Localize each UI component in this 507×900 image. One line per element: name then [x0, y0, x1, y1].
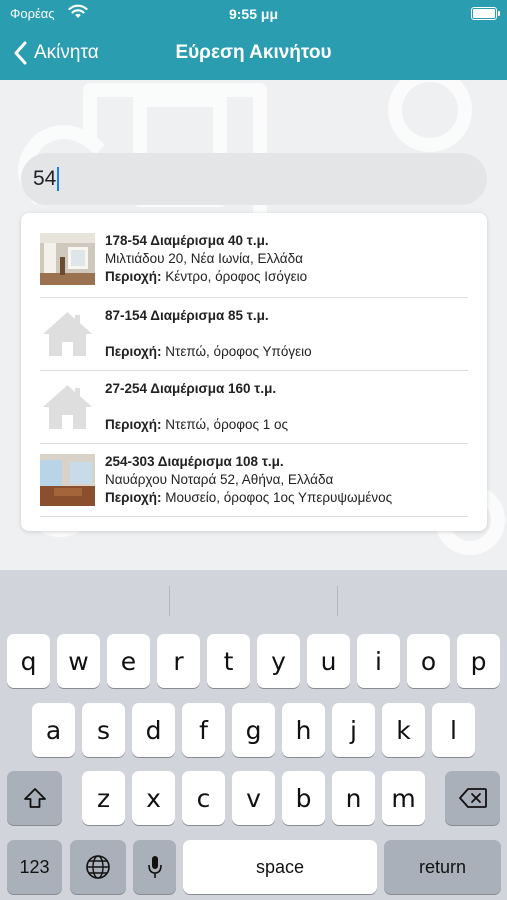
result-text: 254-303 Διαμέρισμα 108 τ.μ. Ναυάρχου Νοτ…	[105, 453, 468, 507]
result-text: 178-54 Διαμέρισμα 40 τ.μ. Μιλτιάδου 20, …	[105, 232, 468, 286]
key-h[interactable]: h	[282, 703, 325, 757]
return-key[interactable]: return	[384, 840, 501, 894]
battery-icon	[471, 7, 500, 20]
globe-icon	[86, 855, 110, 879]
apartment-photo	[40, 233, 95, 285]
chevron-left-icon	[14, 41, 27, 65]
key-g[interactable]: g	[232, 703, 275, 757]
key-q[interactable]: q	[7, 634, 50, 688]
key-t[interactable]: t	[207, 634, 250, 688]
globe-key[interactable]	[70, 840, 126, 894]
result-address: Ναυάρχου Νοταρά 52, Αθήνα, Ελλάδα	[105, 472, 334, 487]
result-item[interactable]: 27-254 Διαμέρισμα 160 τ.μ. Περιοχή: Ντεπ…	[40, 371, 468, 444]
key-e[interactable]: e	[107, 634, 150, 688]
result-address	[105, 398, 468, 416]
app-header: Φορέας 9:55 μμ Ακίνητα Εύρεση Ακινήτου	[0, 0, 507, 80]
house-icon	[43, 385, 92, 429]
key-s[interactable]: s	[82, 703, 125, 757]
shift-icon	[23, 788, 46, 808]
predictive-divider	[337, 586, 338, 616]
result-item[interactable]: 178-54 Διαμέρισμα 40 τ.μ. Μιλτιάδου 20, …	[40, 213, 468, 298]
backspace-icon	[458, 788, 487, 808]
shift-key[interactable]	[7, 771, 62, 825]
result-area-label: Περιοχή:	[105, 490, 162, 505]
key-i[interactable]: i	[357, 634, 400, 688]
result-text: 87-154 Διαμέρισμα 85 τ.μ. Περιοχή: Ντεπώ…	[105, 307, 468, 361]
status-bar: Φορέας 9:55 μμ	[0, 0, 507, 28]
key-b[interactable]: b	[282, 771, 325, 825]
key-a[interactable]: a	[32, 703, 75, 757]
result-item[interactable]: 254-303 Διαμέρισμα 108 τ.μ. Ναυάρχου Νοτ…	[40, 444, 468, 517]
onscreen-keyboard: q w e r t y u i o p a s d f g h j k l z …	[0, 570, 507, 900]
key-d[interactable]: d	[132, 703, 175, 757]
numbers-key[interactable]: 123	[7, 840, 62, 894]
result-title: 27-254 Διαμέρισμα 160 τ.μ.	[105, 381, 277, 396]
delete-key[interactable]	[445, 771, 500, 825]
result-item[interactable]: 87-154 Διαμέρισμα 85 τ.μ. Περιοχή: Ντεπώ…	[40, 298, 468, 371]
text-cursor	[57, 167, 60, 191]
predictive-divider	[169, 586, 170, 616]
dictation-key[interactable]	[133, 840, 176, 894]
result-area-value: Ντεπώ, όροφος 1 ος	[165, 417, 289, 432]
key-x[interactable]: x	[132, 771, 175, 825]
result-title: 87-154 Διαμέρισμα 85 τ.μ.	[105, 308, 269, 323]
key-o[interactable]: o	[407, 634, 450, 688]
result-area-label: Περιοχή:	[105, 344, 162, 359]
predictive-bar	[0, 570, 507, 626]
result-title: 178-54 Διαμέρισμα 40 τ.μ.	[105, 233, 269, 248]
key-c[interactable]: c	[182, 771, 225, 825]
key-v[interactable]: v	[232, 771, 275, 825]
result-area-value: Μουσείο, όροφος 1ος Υπερυψωμένος	[165, 490, 393, 505]
key-u[interactable]: u	[307, 634, 350, 688]
key-r[interactable]: r	[157, 634, 200, 688]
key-w[interactable]: w	[57, 634, 100, 688]
key-n[interactable]: n	[332, 771, 375, 825]
back-button-label: Ακίνητα	[34, 42, 99, 63]
result-text: 27-254 Διαμέρισμα 160 τ.μ. Περιοχή: Ντεπ…	[105, 380, 468, 434]
key-z[interactable]: z	[82, 771, 125, 825]
key-p[interactable]: p	[457, 634, 500, 688]
result-area-label: Περιοχή:	[105, 269, 162, 284]
key-l[interactable]: l	[432, 703, 475, 757]
search-results-list: 178-54 Διαμέρισμα 40 τ.μ. Μιλτιάδου 20, …	[21, 213, 487, 531]
result-title: 254-303 Διαμέρισμα 108 τ.μ.	[105, 454, 284, 469]
space-key[interactable]: space	[183, 840, 377, 894]
key-y[interactable]: y	[257, 634, 300, 688]
result-address: Μιλτιάδου 20, Νέα Ιωνία, Ελλάδα	[105, 251, 303, 266]
status-time: 9:55 μμ	[228, 6, 279, 22]
search-input[interactable]: 54	[21, 153, 487, 205]
search-input-value: 54	[33, 167, 57, 190]
back-button[interactable]: Ακίνητα	[14, 38, 99, 68]
apartment-photo	[40, 454, 95, 506]
result-address	[105, 325, 468, 343]
result-area-value: Ντεπώ, όροφος Υπόγειο	[165, 344, 312, 359]
house-icon	[43, 312, 92, 356]
result-area-label: Περιοχή:	[105, 417, 162, 432]
key-k[interactable]: k	[382, 703, 425, 757]
key-j[interactable]: j	[332, 703, 375, 757]
result-area-value: Κέντρο, όροφος Ισόγειο	[165, 269, 308, 284]
key-m[interactable]: m	[382, 771, 425, 825]
key-f[interactable]: f	[182, 703, 225, 757]
microphone-icon	[147, 856, 162, 878]
